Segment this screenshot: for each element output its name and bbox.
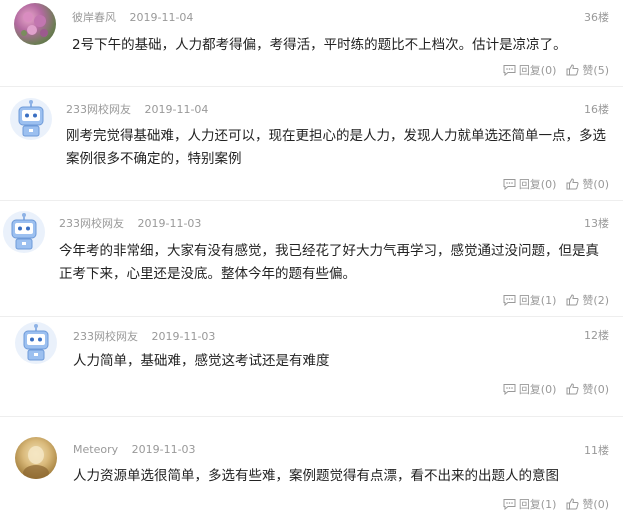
floor-number: 13楼 (584, 217, 609, 230)
comment-text: 人力简单，基础难，感觉这考试还是有难度 (73, 353, 330, 369)
thumbs-up-icon (566, 498, 579, 510)
thumbs-up-icon (566, 294, 579, 306)
divider (0, 416, 623, 417)
divider (0, 316, 623, 317)
speech-bubble-icon (503, 295, 516, 306)
divider (0, 86, 623, 87)
divider (0, 200, 623, 201)
speech-bubble-icon (503, 179, 516, 190)
reply-button[interactable]: 回复(1) (503, 292, 557, 308)
floor-number: 16楼 (584, 103, 609, 116)
avatar[interactable] (15, 437, 57, 479)
reply-label: 回复(0) (518, 178, 557, 191)
speech-bubble-icon (503, 65, 516, 76)
robot-icon (11, 213, 37, 250)
reply-button[interactable]: 回复(0) (503, 381, 557, 397)
comment-text: 2号下午的基础，人力都考得偏，考得活，平时练的题比不上档次。估计是凉凉了。 (72, 37, 567, 53)
like-button[interactable]: 赞(2) (566, 292, 609, 308)
reply-button[interactable]: 回复(0) (503, 62, 557, 78)
speech-bubble-icon (503, 384, 516, 395)
floor-number: 12楼 (584, 329, 609, 342)
like-label: 赞(0) (582, 178, 609, 191)
reply-label: 回复(1) (518, 498, 557, 511)
comment-text: 今年考的非常细，大家有没有感觉，我已经花了好大力气再学习，感觉通过没问题，但是真… (59, 243, 599, 282)
reply-button[interactable]: 回复(0) (503, 176, 557, 192)
comment-text: 人力资源单选很简单，多选有些难，案例题觉得有点漂，看不出来的出题人的意图 (73, 468, 559, 484)
like-label: 赞(2) (582, 294, 609, 307)
reply-button[interactable]: 回复(1) (503, 496, 557, 512)
avatar[interactable] (3, 211, 45, 253)
like-button[interactable]: 赞(0) (566, 381, 609, 397)
comment-date: 2019-11-03 (137, 217, 202, 230)
reply-label: 回复(0) (518, 64, 557, 77)
comment-username[interactable]: 233网校网友 (59, 217, 124, 230)
reply-label: 回复(0) (518, 383, 557, 396)
thumbs-up-icon (566, 178, 579, 190)
comment-date: 2019-11-03 (151, 330, 216, 343)
like-button[interactable]: 赞(0) (566, 176, 609, 192)
reply-label: 回复(1) (518, 294, 557, 307)
photo-icon (23, 446, 49, 479)
comment-text: 刚考完觉得基础难，人力还可以，现在更担心的是人力，发现人力就单选还简单一点，多选… (66, 128, 606, 167)
comment-date: 2019-11-03 (131, 443, 196, 456)
comment-date: 2019-11-04 (129, 11, 194, 24)
floor-number: 36楼 (584, 11, 609, 24)
like-button[interactable]: 赞(0) (566, 496, 609, 512)
robot-icon (23, 324, 49, 361)
robot-icon (18, 100, 44, 137)
comment-username[interactable]: 233网校网友 (73, 330, 138, 343)
comment-username[interactable]: 233网校网友 (66, 103, 131, 116)
avatar[interactable] (14, 3, 56, 45)
avatar[interactable] (10, 98, 52, 140)
like-button[interactable]: 赞(5) (566, 62, 609, 78)
comment-date: 2019-11-04 (144, 103, 209, 116)
floor-number: 11楼 (584, 444, 609, 457)
like-label: 赞(0) (582, 498, 609, 511)
thumbs-up-icon (566, 383, 579, 395)
comment-username[interactable]: 彼岸春风 (72, 11, 116, 24)
like-label: 赞(0) (582, 383, 609, 396)
comment-username[interactable]: Meteory (73, 443, 118, 456)
avatar[interactable] (15, 322, 57, 364)
flower-photo-icon (21, 12, 48, 37)
speech-bubble-icon (503, 499, 516, 510)
thumbs-up-icon (566, 64, 579, 76)
like-label: 赞(5) (582, 64, 609, 77)
